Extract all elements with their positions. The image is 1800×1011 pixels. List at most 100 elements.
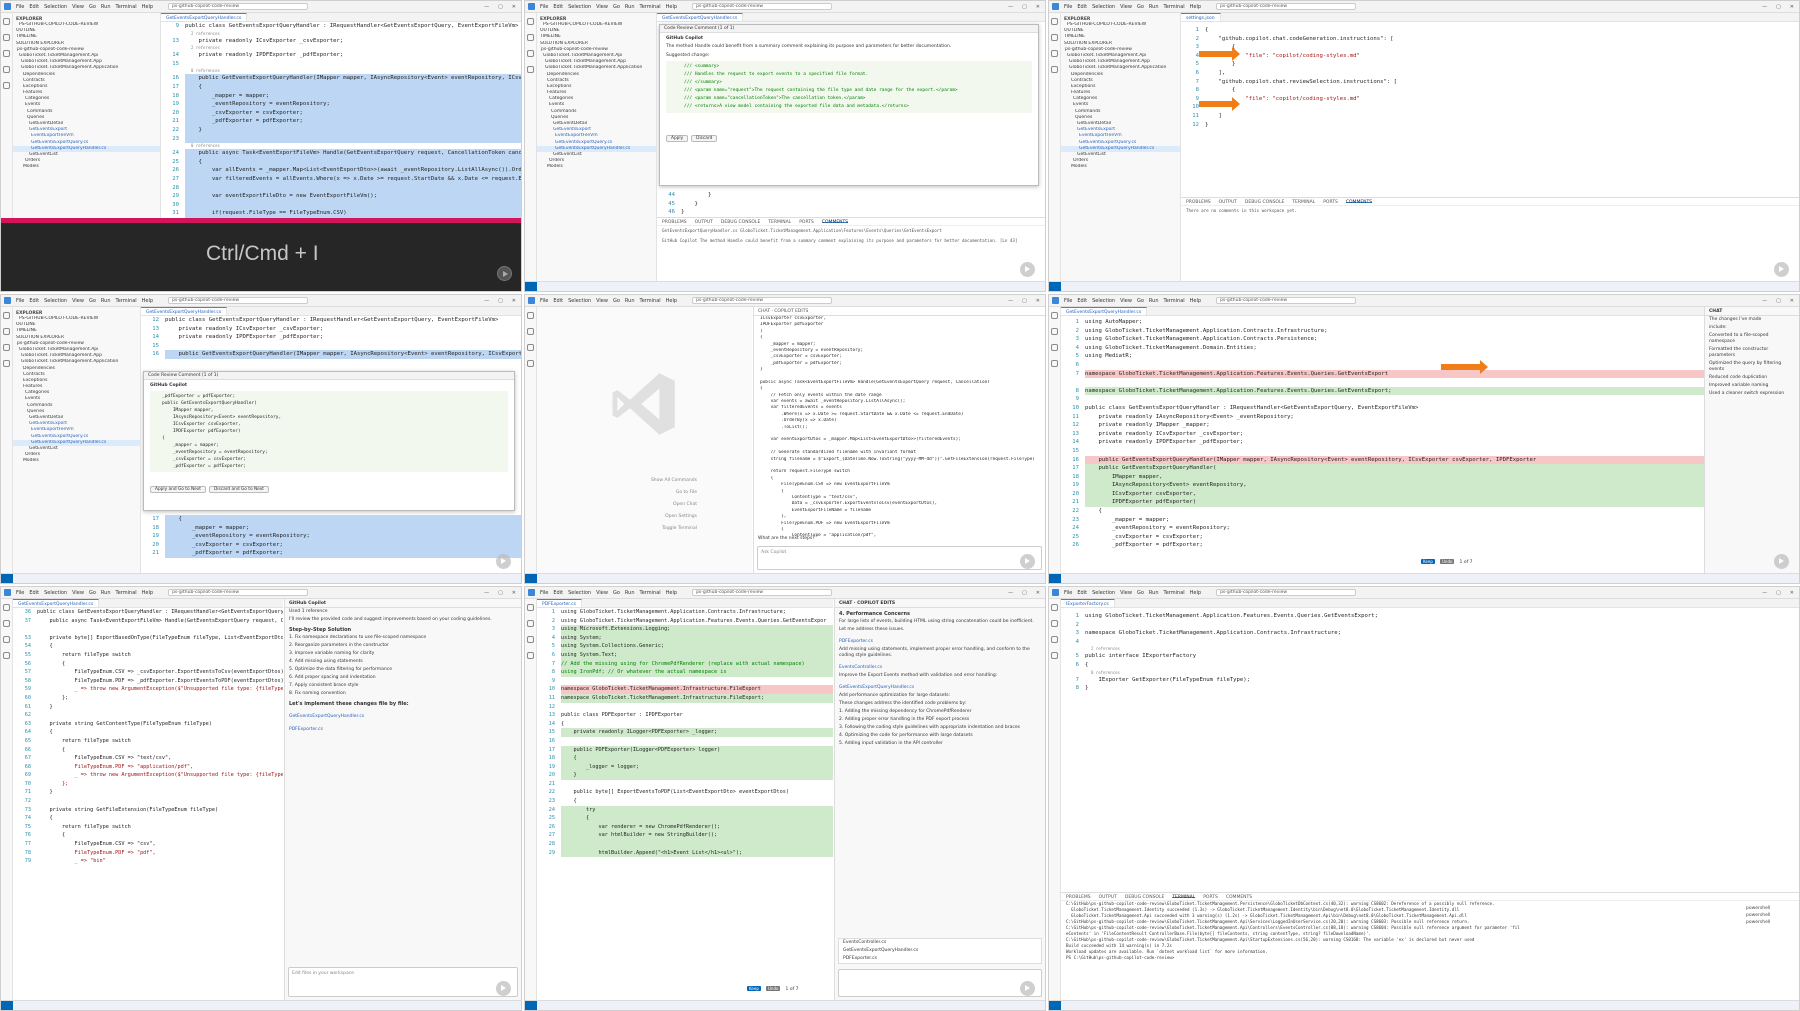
panel-tab[interactable]: COMMENTS xyxy=(1226,895,1252,900)
code-line[interactable]: 10 public class GetEventsExportQueryHandl… xyxy=(1061,404,1704,413)
line-text[interactable] xyxy=(561,780,833,789)
line-text[interactable]: { xyxy=(185,157,521,167)
run-debug-icon[interactable] xyxy=(527,66,534,73)
line-text[interactable]: return fileType switch xyxy=(37,823,283,832)
code-editor[interactable]: GetEventsExportQueryHandler.cs Code Revi… xyxy=(657,13,1045,281)
code-line[interactable]: 53 private byte[] ExportBasedOnType(File… xyxy=(13,634,283,643)
menu-item[interactable]: Go xyxy=(1137,298,1144,304)
code-line[interactable]: 1 using AutoMapper; xyxy=(1061,318,1704,327)
line-text[interactable]: _csvExporter = csvExporter; xyxy=(165,540,521,550)
code-line[interactable]: 8 { xyxy=(1181,86,1799,95)
code-line[interactable]: 21 xyxy=(537,780,833,789)
menu-item[interactable]: Run xyxy=(625,4,635,10)
code-line[interactable]: 45 } xyxy=(657,200,1045,209)
line-text[interactable] xyxy=(1085,395,1704,404)
menu-item[interactable]: Go xyxy=(1137,590,1144,596)
line-text[interactable]: } xyxy=(1205,103,1799,112)
menu-item[interactable]: View xyxy=(596,4,608,10)
code-line[interactable]: 12 xyxy=(537,703,833,712)
code-lines-bottom[interactable]: 17 {18 _mapper = mapper; 19 _eventReposit… xyxy=(141,515,521,558)
menu-item[interactable]: Edit xyxy=(1077,590,1087,596)
line-text[interactable]: using GloboTicket.TicketManagement.Appli… xyxy=(561,608,833,617)
panel-tab[interactable]: TERMINAL xyxy=(1292,200,1315,205)
line-text[interactable]: using System.Collections.Generic; xyxy=(561,642,833,651)
code-line[interactable]: 12 private readonly IMapper _mapper; xyxy=(1061,421,1704,430)
panel-tab[interactable]: PROBLEMS xyxy=(1066,895,1091,900)
line-text[interactable]: private readonly IPDFExporter _pdfExport… xyxy=(165,333,521,342)
code-line[interactable]: 29 var eventExportFileDto = new EventExp… xyxy=(161,192,521,201)
code-line[interactable]: 4 "file": "copilot/coding-styles.md" xyxy=(1181,52,1799,61)
code-line[interactable]: 26 _pdfExporter = pdfExporter; xyxy=(1061,541,1704,550)
apply-next-button[interactable]: Apply and Go to Next xyxy=(150,486,206,493)
code-line[interactable]: 10 namespace GloboTicket.TicketManagement… xyxy=(537,685,833,694)
line-text[interactable] xyxy=(1085,378,1704,387)
code-line[interactable]: 16 public GetEventsExportQueryHandler(IM… xyxy=(141,350,521,359)
menu-item[interactable]: Help xyxy=(1190,4,1201,10)
explorer-icon[interactable] xyxy=(3,312,10,319)
line-text[interactable]: _pdfExporter = pdfExporter; xyxy=(185,117,521,126)
copilot-chat-panel[interactable]: CHAT · COPILOT EDITS ICsvExporter csvExp… xyxy=(753,307,1045,573)
line-text[interactable]: { xyxy=(37,660,283,669)
line-text[interactable]: var filteredEvents = allEvents.Where(x =… xyxy=(185,174,521,184)
editor-tabs[interactable]: IExporterFactory.cs xyxy=(1061,599,1799,608)
line-text[interactable]: using GloboTicket.TicketManagement.Appli… xyxy=(561,617,833,626)
line-text[interactable]: ] xyxy=(1205,112,1799,121)
tab-query-handler[interactable]: GetEventsExportQueryHandler.cs xyxy=(1061,307,1148,315)
code-line[interactable]: 26 var renderer = new ChromePdfRenderer(… xyxy=(537,822,833,832)
activity-bar[interactable] xyxy=(525,13,537,281)
explorer-sidebar[interactable]: EXPLORER PS-GITHUB-COPILOT-CODE-REVIEW OUT… xyxy=(1061,13,1181,281)
menu-item[interactable]: Run xyxy=(101,298,111,304)
comments-panel[interactable]: PROBLEMS OUTPUT DEBUG CONSOLE TERMINAL PORTS… xyxy=(1181,197,1799,281)
menu-item[interactable]: View xyxy=(1120,590,1132,596)
line-text[interactable]: _eventRepository = eventRepository; xyxy=(1085,524,1704,533)
code-lines[interactable]: 9 public class GetEventsExportQueryHandle… xyxy=(161,22,521,244)
play-icon[interactable] xyxy=(1020,262,1035,277)
code-line[interactable] xyxy=(13,625,283,634)
chat-input[interactable]: Edit files in your workspace xyxy=(288,967,518,997)
search-icon[interactable] xyxy=(3,34,10,41)
line-text[interactable]: namespace GloboTicket.TicketManagement.I… xyxy=(561,685,833,694)
window-controls[interactable]: — ▢ ✕ xyxy=(1008,4,1045,10)
line-text[interactable]: { xyxy=(37,814,283,823)
sidebar-item[interactable]: Models xyxy=(1061,164,1180,170)
window-controls[interactable]: — ▢ ✕ xyxy=(1008,590,1045,596)
tab-query-handler[interactable]: GetEventsExportQueryHandler.cs xyxy=(141,307,228,315)
menu-item[interactable]: Selection xyxy=(568,298,591,304)
code-line[interactable]: 71 } xyxy=(13,788,283,797)
panel-tab[interactable]: TERMINAL xyxy=(1172,895,1196,900)
code-line[interactable]: 5 using System.Collections.Generic; xyxy=(537,642,833,651)
line-text[interactable]: public byte[] ExportEventsToPDF(List<Eve… xyxy=(561,788,833,797)
menu-item[interactable]: Run xyxy=(101,590,111,596)
activity-bar[interactable] xyxy=(1049,599,1061,1000)
keep-button[interactable]: Keep xyxy=(747,986,761,991)
code-line[interactable]: 23 _mapper = mapper; xyxy=(1061,516,1704,525)
window-controls[interactable]: — ▢ ✕ xyxy=(1762,298,1799,304)
code-line[interactable]: 19 IAsyncRepository<Event> eventReposito… xyxy=(1061,481,1704,490)
code-line[interactable]: 17 public GetEventsExportQueryHandler( xyxy=(1061,464,1704,473)
panel-tab[interactable]: TERMINAL xyxy=(768,220,791,225)
menu-item[interactable]: Terminal xyxy=(640,590,661,596)
line-text[interactable]: IMapper mapper, xyxy=(1085,472,1704,482)
line-text[interactable] xyxy=(1085,447,1704,456)
line-text[interactable]: public class GetEventsExportQueryHandler… xyxy=(165,316,521,325)
menu-item[interactable]: Terminal xyxy=(1164,4,1185,10)
menu-item[interactable]: Help xyxy=(1190,590,1201,596)
code-line[interactable]: 79 _ => "bin" xyxy=(13,857,283,866)
code-line[interactable]: 18 { xyxy=(537,754,833,763)
code-line[interactable]: 17 { xyxy=(161,82,521,92)
explorer-icon[interactable] xyxy=(3,604,10,611)
copilot-chat-panel[interactable]: CHAT · COPILOT EDITS 4. Performance Conc… xyxy=(834,599,1045,1000)
menu-item[interactable]: Selection xyxy=(568,4,591,10)
comment-entry[interactable]: GitHub Copilot The method Handle could b… xyxy=(657,236,1045,246)
menu-item[interactable]: Terminal xyxy=(116,4,137,10)
line-text[interactable]: { xyxy=(1085,661,1799,670)
code-line[interactable]: 25 { xyxy=(161,157,521,167)
source-control-icon[interactable] xyxy=(527,636,534,643)
menu-item[interactable]: View xyxy=(72,590,84,596)
terminal-output[interactable]: C:\GitHub\ps-github-copilot-code-review\… xyxy=(1061,901,1739,961)
line-text[interactable] xyxy=(185,200,521,210)
discard-button[interactable]: Discard xyxy=(691,135,718,142)
line-text[interactable]: "file": "copilot/coding-styles.md" xyxy=(1205,52,1799,61)
line-text[interactable] xyxy=(1085,621,1799,630)
code-line[interactable]: 58 FileTypeEnum.PDF => _pdfExporter.Expo… xyxy=(13,677,283,686)
